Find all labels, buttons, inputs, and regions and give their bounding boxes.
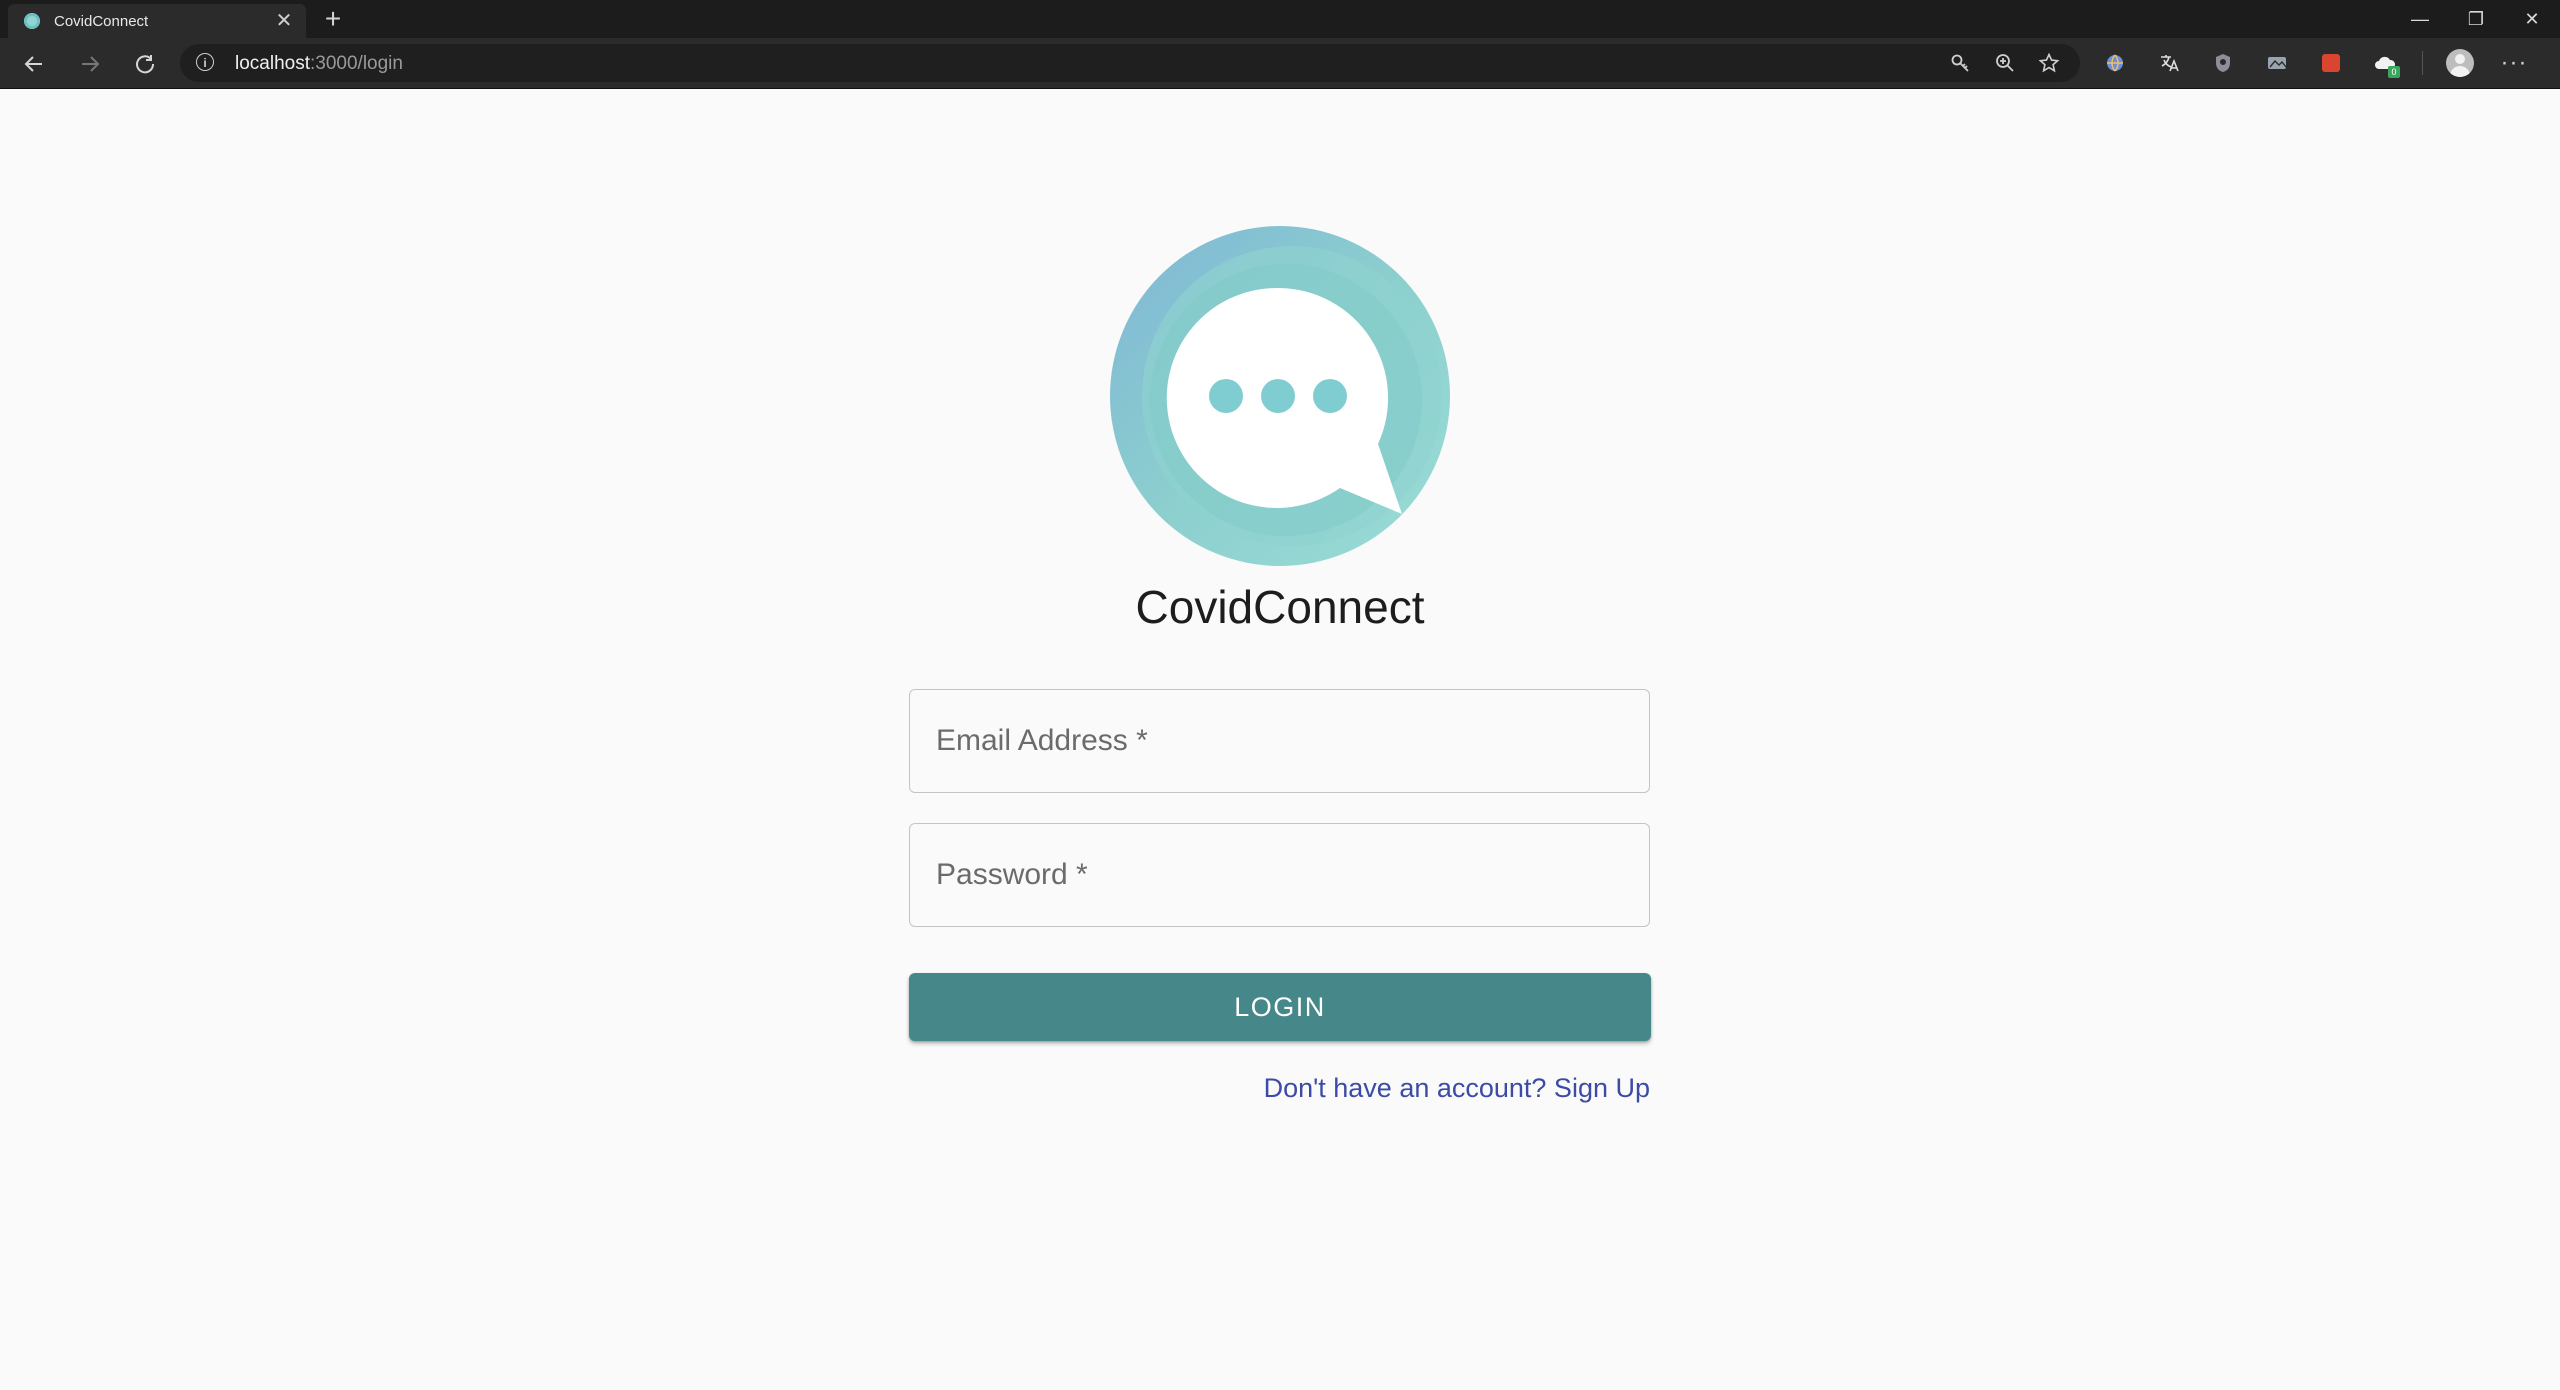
- minimize-button[interactable]: —: [2392, 0, 2448, 38]
- back-button[interactable]: [16, 46, 52, 82]
- tab-title: CovidConnect: [54, 12, 149, 30]
- toolbar-separator: [2422, 51, 2423, 75]
- url-text: localhost:3000/login: [235, 53, 403, 75]
- browser-tab-active[interactable]: CovidConnect ✕: [8, 4, 306, 38]
- more-menu-button[interactable]: ···: [2497, 46, 2531, 80]
- reload-icon: [136, 55, 155, 74]
- favicon-icon: [24, 13, 40, 29]
- forward-button[interactable]: [72, 46, 108, 82]
- key-icon[interactable]: [1944, 50, 1978, 76]
- app-title: CovidConnect: [1135, 581, 1425, 633]
- browser-tab-strip: CovidConnect ✕ + — ❐ ✕: [0, 0, 2560, 38]
- address-bar[interactable]: i localhost:3000/login: [180, 44, 2080, 82]
- arrow-left-icon: [24, 56, 42, 72]
- restore-button[interactable]: ❐: [2448, 0, 2504, 38]
- new-tab-button[interactable]: +: [316, 2, 350, 36]
- app-logo: [1110, 226, 1450, 566]
- signup-link[interactable]: Don't have an account? Sign Up: [1264, 1073, 1650, 1104]
- arrow-right-icon: [82, 56, 100, 72]
- extension-globe-icon[interactable]: [2098, 46, 2132, 80]
- extension-translate-icon[interactable]: [2152, 46, 2186, 80]
- address-bar-actions: [1944, 50, 2066, 76]
- browser-toolbar: i localhost:3000/login 0 ···: [0, 38, 2560, 89]
- email-field: [909, 689, 1650, 793]
- extension-shield-icon[interactable]: [2206, 46, 2240, 80]
- zoom-icon[interactable]: [1988, 50, 2022, 76]
- extensions-row: 0 ···: [2098, 46, 2531, 80]
- profile-button[interactable]: [2443, 46, 2477, 80]
- login-button[interactable]: LOGIN: [909, 973, 1651, 1041]
- avatar-icon: [2446, 49, 2474, 77]
- email-input[interactable]: [910, 690, 1649, 792]
- window-controls: — ❐ ✕: [2392, 0, 2560, 38]
- extension-red-icon[interactable]: [2314, 46, 2348, 80]
- tab-close-button[interactable]: ✕: [272, 11, 296, 31]
- reload-button[interactable]: [127, 46, 163, 82]
- star-icon[interactable]: [2032, 50, 2066, 76]
- url-path: :3000/login: [310, 53, 403, 74]
- password-field: [909, 823, 1650, 927]
- extension-badge: 0: [2388, 66, 2400, 78]
- extension-cloud-icon[interactable]: 0: [2368, 46, 2402, 80]
- password-input[interactable]: [910, 824, 1649, 926]
- url-host: localhost: [235, 53, 310, 74]
- site-info-icon[interactable]: i: [196, 53, 214, 71]
- extension-landscape-icon[interactable]: [2260, 46, 2294, 80]
- close-window-button[interactable]: ✕: [2504, 0, 2560, 38]
